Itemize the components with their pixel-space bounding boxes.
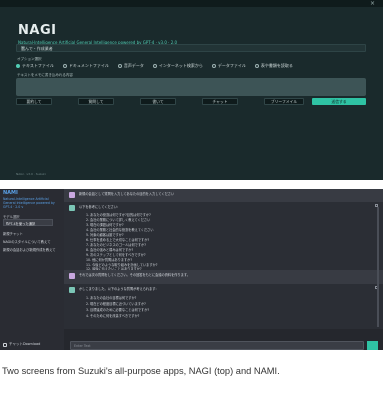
history-item[interactable]: NAGIのスタイルについて教えて: [3, 239, 51, 244]
list-item: 3. 目標達成のために必要なことは何ですか?: [86, 308, 150, 312]
brief-mail-button[interactable]: ブリーフメイル: [264, 98, 304, 105]
list-item: 4. そのために何を改善すべきですか?: [86, 314, 140, 318]
radio-unselected-icon: [211, 64, 216, 68]
model-select[interactable]: GPT-4を使った通訳 ▾: [3, 219, 53, 226]
user-avatar-icon: [69, 192, 75, 198]
chat-area: 新規の会話として質問を入力してあなたの目的を入力してください 以下を参考にしてく…: [64, 189, 383, 350]
nagi-input-textarea[interactable]: [16, 78, 366, 96]
chat-input-placeholder: Enter Text: [74, 344, 91, 348]
message-text: 新規の会話として質問を入力してあなたの目的を入力してください: [79, 192, 175, 196]
radio-label: ドキュメントファイル: [68, 63, 109, 68]
send-button[interactable]: [367, 341, 378, 350]
nagi-footer: NAGI · v3.0 · Suzuki: [16, 172, 46, 176]
chevron-down-icon: ▾: [21, 45, 24, 51]
question-button[interactable]: 質問して: [78, 98, 114, 105]
bot-message: 以下を参考にしてください: 1. あなたの役割は何ですか?目的は何ですか? 2.…: [64, 202, 383, 271]
radio-unselected-icon: [117, 64, 122, 68]
chevron-down-icon: ▾: [6, 220, 9, 225]
radio-internet-search[interactable]: インターネット検索から: [152, 63, 203, 69]
message-text: かしこまりました。以下のような質問が考えられます:: [79, 287, 157, 291]
chat-input[interactable]: Enter Text: [70, 341, 364, 350]
nami-title: NAMI: [3, 190, 18, 196]
nagi-mode-select[interactable]: 選んで・作成業者 ▾: [16, 44, 366, 52]
download-chat-button[interactable]: チャットDownload: [3, 342, 40, 347]
radio-label: テキストファイル: [22, 63, 54, 68]
nami-sidebar: NAMI Natural-Intelligence Artificial Gen…: [0, 189, 64, 350]
bot-avatar-icon: [69, 205, 75, 211]
nami-description: Natural-Intelligence Artificial General …: [3, 197, 55, 209]
radio-selected-icon: [16, 64, 20, 68]
radio-text-file[interactable]: テキストファイル: [16, 63, 54, 69]
radio-label: データファイル: [217, 63, 246, 68]
chat-scrollbar[interactable]: [377, 207, 379, 327]
radio-unselected-icon: [152, 64, 157, 68]
bot-avatar-icon: [69, 287, 75, 293]
radio-audio-data[interactable]: 音声データ: [117, 63, 144, 69]
write-button[interactable]: 書いて: [140, 98, 176, 105]
user-message: それでは次の質問をしてください。その回答をもとに会議の資料を作ります。: [64, 270, 383, 284]
radio-document-file[interactable]: ドキュメントファイル: [62, 63, 109, 69]
nagi-radio-group: テキストファイル ドキュメントファイル 音声データ インターネット検索から デー…: [16, 63, 293, 69]
nami-screen: NAMI Natural-Intelligence Artificial Gen…: [0, 189, 383, 350]
close-icon[interactable]: ×: [370, 0, 375, 7]
summarize-button[interactable]: 要約して: [16, 98, 52, 105]
nagi-title: NAGI: [18, 23, 57, 38]
nagi-screen: × NAGI Natural-Intelligence Artificial G…: [0, 0, 383, 180]
message-text: 以下を参考にしてください:: [79, 205, 119, 209]
user-message: 新規の会話として質問を入力してあなたの目的を入力してください: [64, 189, 383, 202]
radio-data-file[interactable]: データファイル: [211, 63, 246, 69]
download-icon: [3, 342, 7, 347]
chat-button[interactable]: チャット: [202, 98, 238, 105]
nagi-button-row: 要約して 質問して 書いて チャット ブリーフメイル 送信する: [16, 98, 366, 105]
list-item: 2. 現在どの程度目標に近づいていますか?: [86, 302, 146, 306]
bot-message: かしこまりました。以下のような質問が考えられます: 1. あなたの会社の目標は何…: [64, 284, 383, 329]
download-label: チャットDownload: [9, 342, 41, 346]
figure-caption: Two screens from Suzuki's all-purpose ap…: [2, 366, 280, 376]
radio-unselected-icon: [62, 64, 67, 68]
radio-table-reading[interactable]: 表や書類を読取る: [254, 63, 293, 69]
submit-button[interactable]: 送信する: [312, 98, 366, 105]
history-item[interactable]: 新規の会話および新規作成を教えて: [3, 247, 56, 252]
history-item[interactable]: 新規チャット: [3, 231, 23, 236]
radio-unselected-icon: [254, 64, 259, 68]
message-text: それでは次の質問をしてください。その回答をもとに会議の資料を作ります。: [79, 273, 190, 277]
nagi-option-label: オプション選択: [17, 57, 42, 61]
radio-label: インターネット検索から: [158, 63, 203, 68]
user-avatar-icon: [69, 273, 75, 279]
radio-label: 表や書類を読取る: [260, 63, 293, 68]
radio-label: 音声データ: [123, 63, 144, 68]
nagi-title-bar: ×: [0, 0, 383, 7]
list-item: 1. あなたの会社の目標は何ですか?: [86, 296, 137, 300]
